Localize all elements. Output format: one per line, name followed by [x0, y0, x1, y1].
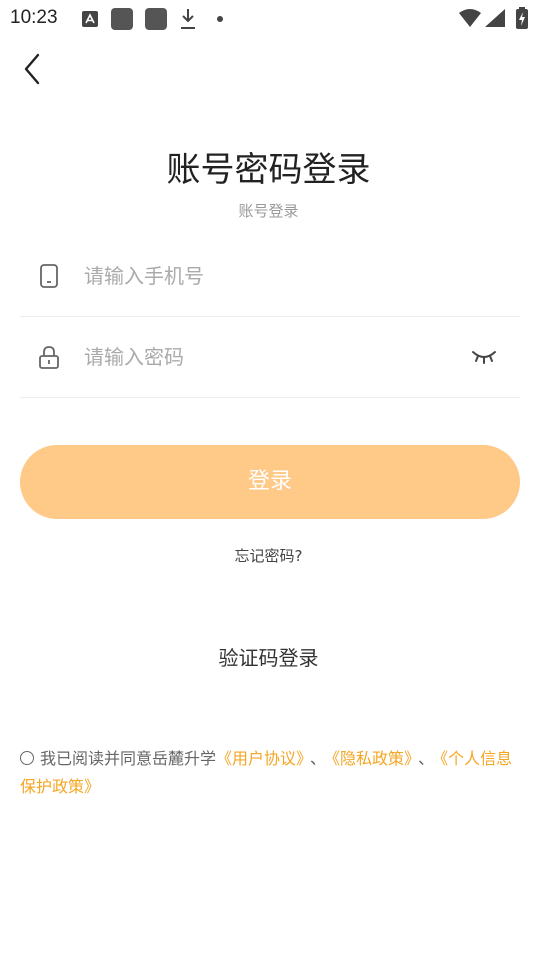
- app-square-icon: [111, 8, 133, 30]
- lock-icon: [39, 346, 59, 369]
- page-title: 账号密码登录: [166, 150, 371, 190]
- user-agreement-link[interactable]: 《用户协议》: [216, 749, 304, 768]
- agree-radio[interactable]: [20, 751, 34, 765]
- forgot-password-link[interactable]: 忘记密码?: [235, 547, 303, 565]
- password-field-row: [20, 317, 520, 398]
- a-badge-icon: [82, 11, 98, 27]
- status-bar: 10:23: [0, 0, 537, 36]
- phone-input[interactable]: [84, 256, 444, 296]
- forgot-password-row: 忘记密码?: [0, 545, 537, 566]
- login-button[interactable]: 登录: [20, 445, 520, 519]
- agreement-separator: 、: [310, 749, 327, 768]
- code-login-link[interactable]: 验证码登录: [219, 646, 319, 670]
- agreement-separator: 、: [418, 749, 435, 768]
- eye-closed-icon[interactable]: [470, 347, 498, 367]
- status-time: 10:23: [10, 7, 58, 28]
- chevron-left-icon: [24, 53, 40, 85]
- battery-charging-icon: [516, 7, 528, 29]
- code-login-row: 验证码登录: [0, 642, 537, 671]
- app-square-icon: [145, 8, 167, 30]
- page-subtitle: 账号登录: [238, 202, 299, 220]
- password-input[interactable]: [84, 337, 444, 377]
- dot-icon: [217, 16, 223, 22]
- download-icon: [181, 9, 195, 29]
- privacy-policy-link[interactable]: 《隐私政策》: [332, 749, 412, 768]
- phone-icon: [40, 264, 58, 288]
- phone-field-row: [20, 236, 520, 317]
- agreement-prefix: 我已阅读并同意岳麓升学: [40, 749, 217, 768]
- signal-icon: [485, 9, 505, 27]
- agreement-text: 我已阅读并同意岳麓升学《用户协议》、《隐私政策》、《个人信息保护政策》: [20, 745, 520, 801]
- wifi-icon: [459, 9, 481, 27]
- back-button[interactable]: [18, 52, 48, 86]
